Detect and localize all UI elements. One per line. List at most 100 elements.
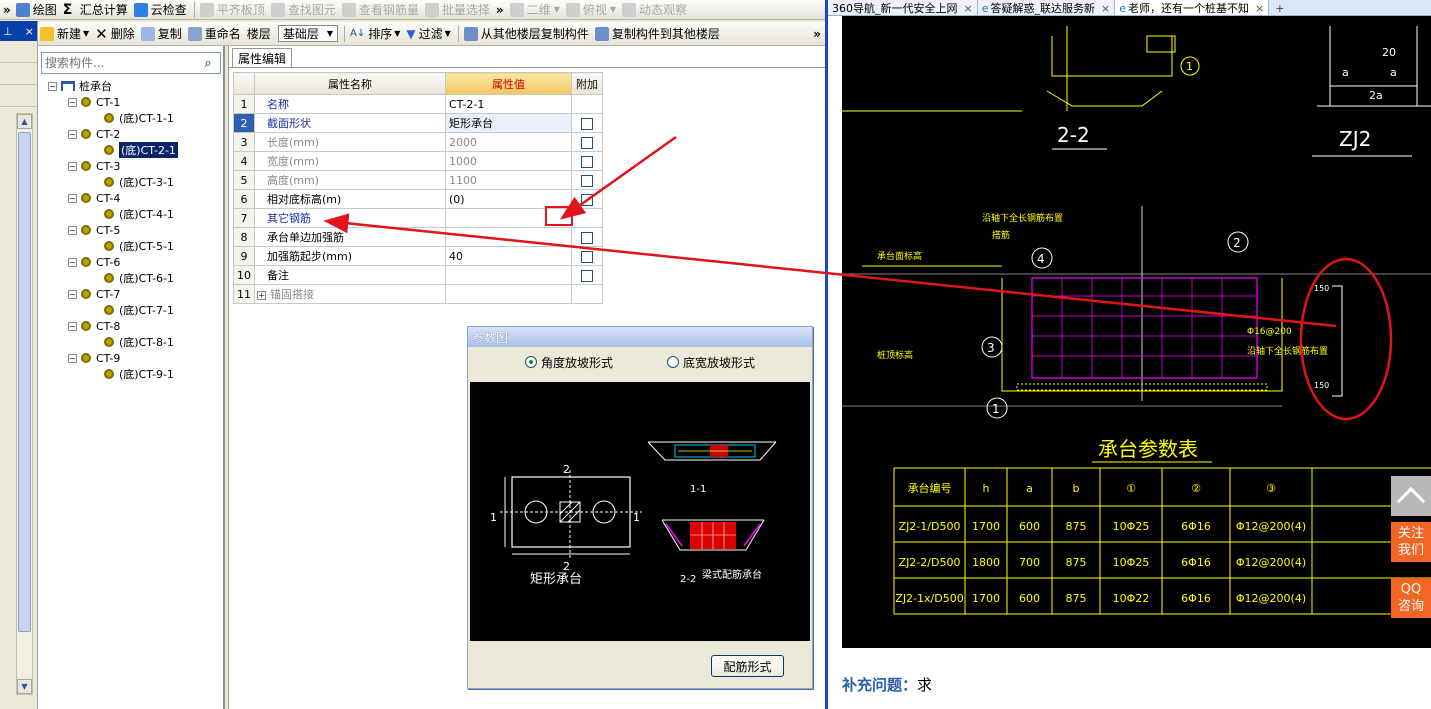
close-icon[interactable]: × bbox=[25, 25, 34, 38]
radio-bottom-width-slope[interactable]: 底宽放坡形式 bbox=[666, 354, 755, 371]
property-add[interactable] bbox=[571, 265, 603, 285]
tree-node-group[interactable]: − CT-6 bbox=[38, 254, 225, 270]
nav-row[interactable] bbox=[0, 85, 37, 107]
browser-tab-2[interactable]: e 答疑解惑_联达服务新 × bbox=[977, 0, 1116, 15]
property-add[interactable] bbox=[571, 208, 603, 228]
sort-button[interactable]: A↓ 排序 ▼ bbox=[348, 22, 404, 45]
property-add[interactable] bbox=[571, 132, 603, 152]
property-row[interactable]: 10 备注 bbox=[233, 265, 603, 285]
property-value[interactable]: 矩形承台 bbox=[445, 113, 572, 133]
draw-button[interactable]: 绘图 bbox=[14, 0, 61, 19]
property-row[interactable]: 9 加强筋起步(mm) 40 bbox=[233, 246, 603, 266]
property-row[interactable]: 7 其它钢筋 bbox=[233, 208, 603, 228]
property-add[interactable] bbox=[571, 151, 603, 171]
tree-node-child[interactable]: (底)CT-2-1 bbox=[38, 142, 225, 158]
checkbox[interactable] bbox=[581, 250, 593, 263]
collapse-icon[interactable]: − bbox=[68, 321, 77, 331]
tree-node-group[interactable]: − CT-4 bbox=[38, 190, 225, 206]
dynamic-view-button[interactable]: 动态观察 bbox=[620, 0, 691, 19]
follow-us-button[interactable]: 关注我们 bbox=[1391, 522, 1431, 562]
top-view-dropdown[interactable]: 俯视 ▼ bbox=[564, 0, 620, 19]
tree-node-group[interactable]: − CT-7 bbox=[38, 286, 225, 302]
property-value[interactable] bbox=[445, 227, 572, 247]
cloud-check-button[interactable]: 云检查 bbox=[132, 0, 191, 19]
tree-node-group[interactable]: − CT-3 bbox=[38, 158, 225, 174]
toolbar-overflow[interactable]: » bbox=[0, 0, 14, 19]
tree-node-group[interactable]: − CT-8 bbox=[38, 318, 225, 334]
rebar-form-button[interactable]: 配筋形式 bbox=[711, 655, 784, 677]
browser-tab-1[interactable]: 360导航_新一代安全上网 × bbox=[828, 0, 978, 15]
collapse-icon[interactable]: − bbox=[68, 289, 77, 299]
pin-icon[interactable]: ⊥ bbox=[3, 25, 13, 38]
scroll-thumb[interactable] bbox=[18, 132, 31, 632]
property-add[interactable] bbox=[571, 170, 603, 190]
property-value[interactable]: 40 bbox=[445, 246, 572, 266]
tab-property-edit[interactable]: 属性编辑 bbox=[232, 48, 293, 67]
tree-node-group[interactable]: − CT-5 bbox=[38, 222, 225, 238]
property-row[interactable]: 3 长度(mm) 2000 bbox=[233, 132, 603, 152]
scroll-down-icon[interactable]: ▼ bbox=[17, 679, 32, 694]
search-box[interactable]: ⌕ bbox=[41, 52, 221, 74]
property-row[interactable]: 1 名称 CT-2-1 bbox=[233, 94, 603, 114]
property-value[interactable] bbox=[445, 284, 572, 304]
nav-row[interactable] bbox=[0, 63, 37, 85]
property-row[interactable]: 11 + 锚固搭接 bbox=[233, 284, 603, 304]
property-row[interactable]: 6 相对底标高(m) (0) bbox=[233, 189, 603, 209]
copy-from-floor-button[interactable]: 从其他楼层复制构件 bbox=[462, 22, 593, 45]
nav-scrollbar[interactable]: ▲ ▼ bbox=[16, 113, 33, 695]
delete-button[interactable]: ✕ 删除 bbox=[93, 22, 139, 45]
collapse-icon[interactable]: − bbox=[68, 225, 77, 235]
checkbox[interactable] bbox=[581, 117, 593, 130]
scroll-up-icon[interactable]: ▲ bbox=[17, 114, 32, 129]
property-add[interactable] bbox=[571, 113, 603, 133]
search-icon[interactable]: ⌕ bbox=[196, 56, 220, 71]
property-row[interactable]: 2 截面形状 矩形承台 bbox=[233, 113, 603, 133]
align-slab-top-button[interactable]: 平齐板顶 bbox=[198, 0, 269, 19]
tree-node-group[interactable]: − CT-2 bbox=[38, 126, 225, 142]
close-icon[interactable]: × bbox=[1101, 2, 1110, 15]
view-rebar-button[interactable]: 查看钢筋量 bbox=[340, 0, 423, 19]
collapse-icon[interactable]: − bbox=[68, 353, 77, 363]
close-icon[interactable]: × bbox=[964, 2, 973, 15]
property-row[interactable]: 8 承台单边加强筋 bbox=[233, 227, 603, 247]
property-value[interactable]: 1100 bbox=[445, 170, 572, 190]
tree-node-group[interactable]: − CT-9 bbox=[38, 350, 225, 366]
tree-node-child[interactable]: (底)CT-5-1 bbox=[38, 238, 225, 254]
collapse-icon[interactable]: − bbox=[68, 161, 77, 171]
collapse-icon[interactable]: − bbox=[68, 97, 77, 107]
checkbox[interactable] bbox=[581, 269, 593, 282]
back-to-top-button[interactable] bbox=[1391, 476, 1431, 516]
nav-row[interactable] bbox=[0, 41, 37, 63]
floor-select[interactable]: 基础层 ▼ bbox=[277, 25, 338, 42]
checkbox[interactable] bbox=[581, 155, 593, 168]
property-value[interactable]: (0) bbox=[445, 189, 572, 209]
tree-node-child[interactable]: (底)CT-8-1 bbox=[38, 334, 225, 350]
property-add[interactable] bbox=[571, 284, 603, 304]
property-row[interactable]: 5 高度(mm) 1100 bbox=[233, 170, 603, 190]
find-element-button[interactable]: 查找图元 bbox=[269, 0, 340, 19]
filter-button[interactable]: ▼ 过滤 ▼ bbox=[404, 22, 454, 45]
tree-root[interactable]: − 桩承台 bbox=[38, 78, 225, 94]
checkbox[interactable] bbox=[581, 193, 593, 206]
expand-icon[interactable]: + bbox=[257, 291, 266, 300]
checkbox[interactable] bbox=[581, 231, 593, 244]
property-add[interactable] bbox=[571, 189, 603, 209]
collapse-icon[interactable]: − bbox=[48, 81, 57, 91]
new-tab-button[interactable]: + bbox=[1269, 0, 1290, 15]
new-button[interactable]: 新建 ▼ bbox=[38, 22, 93, 45]
qq-consult-button[interactable]: QQ咨询 bbox=[1391, 578, 1431, 618]
tree-node-child[interactable]: (底)CT-1-1 bbox=[38, 110, 225, 126]
tree-node-child[interactable]: (底)CT-9-1 bbox=[38, 366, 225, 382]
property-value[interactable]: CT-2-1 bbox=[445, 94, 572, 114]
search-input[interactable] bbox=[42, 54, 196, 72]
property-add[interactable] bbox=[571, 246, 603, 266]
copy-button[interactable]: 复制 bbox=[139, 22, 186, 45]
view-2d-dropdown[interactable]: 二维 ▼ bbox=[508, 0, 564, 19]
property-row[interactable]: 4 宽度(mm) 1000 bbox=[233, 151, 603, 171]
browser-tab-3[interactable]: e 老师，还有一个桩基不知 × bbox=[1115, 0, 1270, 15]
property-value[interactable] bbox=[445, 265, 572, 285]
toolbar-overflow-3[interactable]: » bbox=[811, 22, 825, 45]
rename-button[interactable]: 重命名 bbox=[186, 22, 245, 45]
property-value[interactable]: 2000 bbox=[445, 132, 572, 152]
batch-select-button[interactable]: 批量选择 bbox=[423, 0, 494, 19]
